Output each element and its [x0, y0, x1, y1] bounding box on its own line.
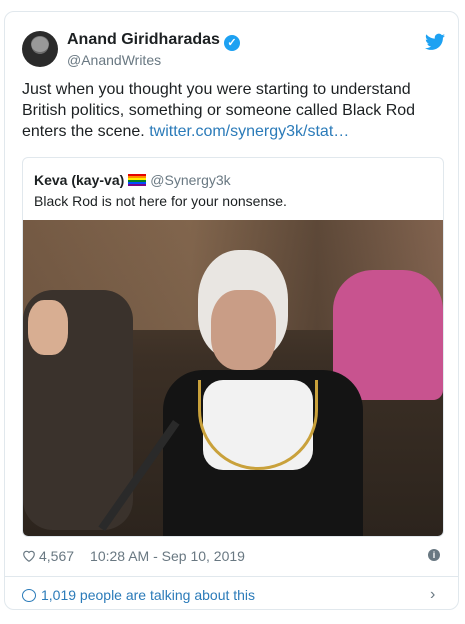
photo-face-left	[28, 300, 68, 355]
talking-link[interactable]: 1,019 people are talking about this	[22, 587, 255, 603]
heart-icon[interactable]	[22, 549, 36, 563]
avatar[interactable]	[22, 31, 58, 67]
divider	[5, 576, 458, 577]
speech-bubble-icon	[22, 589, 36, 602]
quoted-tweet-link[interactable]: twitter.com/synergy3k/stat…	[149, 123, 349, 140]
author-name-row[interactable]: Anand Giridharadas ✓	[67, 31, 240, 51]
tweet-timestamp[interactable]: 10:28 AM - Sep 10, 2019	[90, 548, 245, 564]
tweet-body: Just when you thought you were starting …	[22, 79, 442, 142]
quoted-author-name[interactable]: Keva (kay-va)	[34, 172, 124, 188]
author-name[interactable]: Anand Giridharadas	[67, 31, 220, 48]
photo-face	[211, 290, 276, 370]
tweet-meta: 4,567 10:28 AM - Sep 10, 2019	[22, 548, 245, 564]
tweet-card: Anand Giridharadas ✓ @AnandWrites Just wh…	[4, 11, 459, 610]
info-icon[interactable]: i	[428, 549, 440, 561]
author-handle[interactable]: @AnandWrites	[67, 52, 161, 68]
quoted-tweet[interactable]: Keva (kay-va) @Synergy3k Black Rod is not…	[22, 157, 444, 537]
like-count[interactable]: 4,567	[39, 548, 74, 564]
quoted-tweet-photo[interactable]	[23, 220, 443, 536]
chevron-right-icon[interactable]: ›	[430, 586, 435, 604]
quoted-author-handle[interactable]: @Synergy3k	[150, 172, 230, 188]
verified-badge-icon: ✓	[223, 35, 240, 51]
talking-text[interactable]: 1,019 people are talking about this	[41, 587, 255, 603]
rainbow-flag-icon	[128, 174, 147, 186]
twitter-bird-icon[interactable]	[425, 33, 445, 51]
quoted-author-row[interactable]: Keva (kay-va) @Synergy3k	[34, 172, 231, 188]
quoted-tweet-text: Black Rod is not here for your nonsense.	[34, 193, 287, 209]
